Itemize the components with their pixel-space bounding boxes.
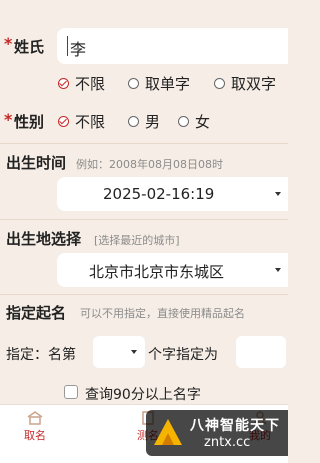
birth-place-select[interactable]: 北京市北京市东城区 bbox=[57, 253, 288, 287]
radio-icon bbox=[178, 116, 189, 127]
dropdown-caret-icon bbox=[131, 350, 137, 354]
gender-row: * 性别 不限 男 女 bbox=[0, 110, 288, 132]
specify-hint: 可以不用指定，直接使用精品起名 bbox=[80, 307, 245, 320]
surname-value: 李 bbox=[70, 40, 87, 59]
specify-label: 指定起名 bbox=[6, 304, 67, 322]
gender-option-unlimited[interactable]: 不限 bbox=[58, 111, 105, 132]
gender-option-male[interactable]: 男 bbox=[128, 111, 160, 132]
checkbox-icon[interactable] bbox=[64, 385, 78, 399]
birth-time-select[interactable]: 2025-02-16:19 bbox=[57, 177, 288, 211]
specify-char-input[interactable] bbox=[236, 336, 286, 368]
char-mode-option-label: 不限 bbox=[75, 75, 106, 93]
char-mode-option-label: 取双字 bbox=[231, 75, 277, 93]
gender-option-label: 女 bbox=[195, 113, 211, 131]
tab-label: 取名 bbox=[24, 429, 46, 442]
specify-prefix: 指定：名第 bbox=[6, 347, 76, 363]
radio-icon bbox=[214, 78, 225, 89]
gender-option-female[interactable]: 女 bbox=[178, 111, 210, 132]
birth-place-hint: [选择最近的城市] bbox=[94, 234, 180, 247]
tab-naming[interactable]: 取名 bbox=[5, 411, 65, 443]
radio-checked-icon bbox=[58, 78, 69, 89]
watermark-logo-icon bbox=[154, 419, 182, 445]
divider bbox=[0, 219, 288, 220]
birth-place-value: 北京市北京市东城区 bbox=[89, 263, 225, 281]
gender-option-label: 男 bbox=[145, 113, 161, 131]
dropdown-caret-icon bbox=[275, 268, 281, 272]
char-mode-option-unlimited[interactable]: 不限 bbox=[58, 73, 105, 94]
char-mode-option-double[interactable]: 取双字 bbox=[214, 73, 276, 94]
dropdown-caret-icon bbox=[275, 192, 281, 196]
filter-checkbox-row[interactable]: 查询90分以上名字 bbox=[64, 384, 244, 404]
radio-icon bbox=[128, 116, 139, 127]
birth-time-value: 2025-02-16:19 bbox=[103, 185, 215, 203]
char-mode-option-label: 取单字 bbox=[145, 75, 191, 93]
radio-checked-icon bbox=[58, 116, 69, 127]
specify-suffix: 个字指定为 bbox=[148, 347, 218, 363]
surname-row: * 姓氏 李 bbox=[0, 28, 288, 64]
divider bbox=[0, 143, 288, 144]
birth-time-label: 出生时间 bbox=[6, 154, 67, 172]
watermark-url: zntx.cc bbox=[204, 435, 251, 450]
watermark-title: 八神智能天下 bbox=[190, 418, 280, 434]
radio-icon bbox=[128, 78, 139, 89]
gender-required-mark: * bbox=[4, 110, 13, 129]
char-mode-group: 不限 取单字 取双字 bbox=[58, 73, 288, 93]
birth-place-label: 出生地选择 bbox=[6, 230, 82, 248]
home-icon bbox=[27, 411, 43, 425]
filter-label: 查询90分以上名字 bbox=[85, 387, 201, 403]
birth-time-hint: 例如：2008年08月08日08时 bbox=[76, 158, 223, 171]
surname-label: 姓氏 bbox=[14, 38, 45, 56]
gender-option-label: 不限 bbox=[75, 113, 106, 131]
surname-input[interactable]: 李 bbox=[57, 28, 288, 64]
divider bbox=[0, 294, 288, 295]
watermark: 八神智能天下 zntx.cc bbox=[146, 410, 288, 456]
gender-label: 性别 bbox=[14, 113, 45, 131]
text-cursor bbox=[67, 36, 68, 56]
position-select[interactable] bbox=[93, 336, 145, 368]
char-mode-option-single[interactable]: 取单字 bbox=[128, 73, 190, 94]
surname-required-mark: * bbox=[4, 34, 13, 53]
